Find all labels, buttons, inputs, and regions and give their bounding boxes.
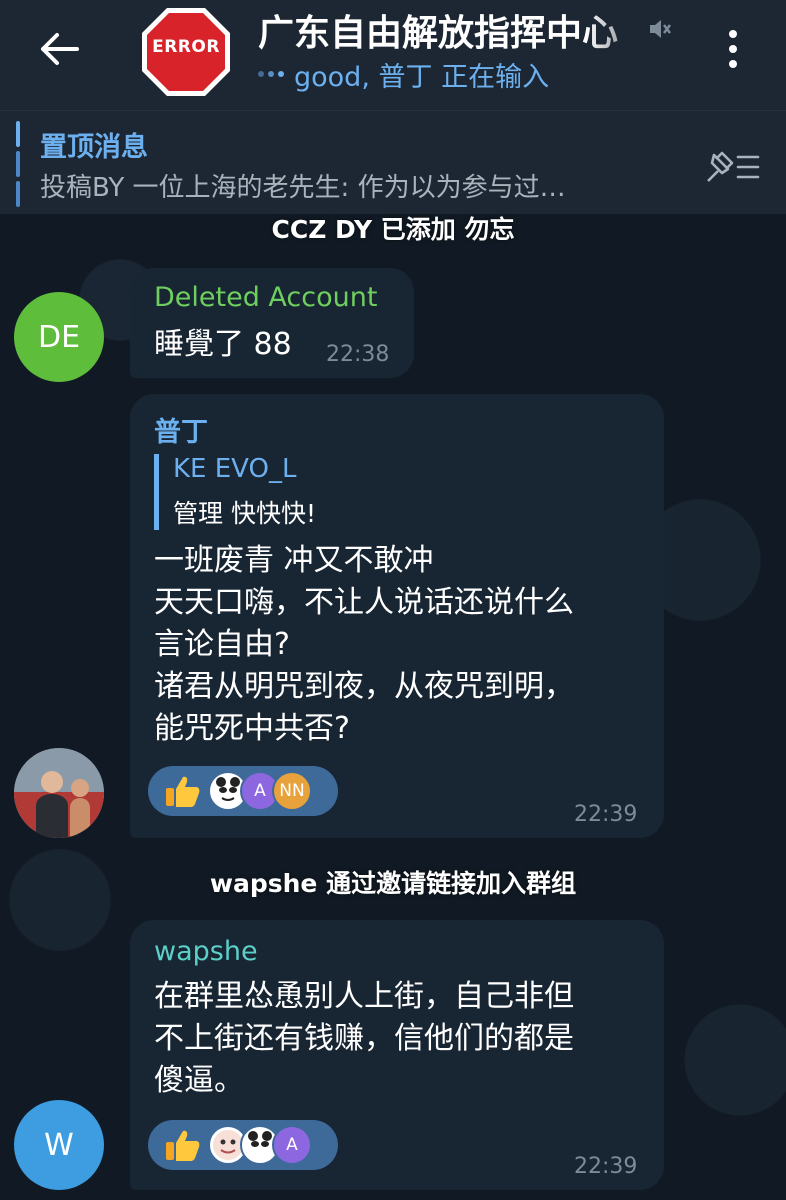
reactions-bar[interactable]: A NN — [148, 766, 338, 816]
pinned-preview: 投稿BY 一位上海的老先生: 作为以为参与过… — [40, 173, 566, 203]
service-message: CCZ DY 已添加 勿忘 — [271, 215, 515, 244]
pin-list-icon[interactable] — [700, 147, 762, 187]
dot — [729, 30, 737, 38]
pinned-message-bar[interactable]: 置顶消息 投稿BY 一位上海的老先生: 作为以为参与过… — [0, 110, 786, 214]
message-time: 22:38 — [326, 342, 390, 367]
message-text: 在群里怂恿别人上街，自己非但 不上街还有钱赚，信他们的都是 傻逼。 — [154, 979, 574, 1098]
typing-dots-icon — [258, 71, 284, 77]
message-bubble[interactable]: wapshe 在群里怂恿别人上街，自己非但 不上街还有钱赚，信他们的都是 傻逼。… — [130, 920, 664, 1190]
avatar-photo[interactable] — [14, 748, 104, 838]
avatar[interactable]: W — [14, 1100, 104, 1190]
reactor-avatar: A — [272, 1125, 312, 1165]
reply-text: 管理 快快快! — [173, 499, 316, 528]
more-menu-button[interactable] — [718, 26, 748, 72]
sender-name[interactable]: Deleted Account — [154, 282, 377, 313]
photo-avatar-icon — [14, 748, 104, 838]
thumbs-up-icon — [162, 771, 202, 811]
avatar-initials: DE — [37, 319, 81, 355]
dot — [729, 45, 737, 53]
chat-title[interactable]: 广东自由解放指挥中心 — [258, 4, 668, 56]
pinned-indicator — [16, 121, 20, 207]
message-time: 22:39 — [574, 1154, 638, 1179]
sender-name[interactable]: wapshe — [154, 936, 258, 967]
typing-text: good, 普丁 正在输入 — [294, 61, 550, 93]
typing-status: good, 普丁 正在输入 — [258, 56, 550, 93]
reactor-avatar: NN — [272, 771, 312, 811]
message-bubble[interactable]: Deleted Account 睡覺了 88 22:38 — [130, 268, 414, 378]
avatar-label: ERROR — [152, 37, 220, 57]
dot — [729, 60, 737, 68]
avatar-initials: W — [44, 1127, 74, 1163]
thumbs-up-icon — [162, 1125, 202, 1165]
avatar[interactable]: DE — [14, 292, 104, 382]
message-time: 22:39 — [574, 802, 638, 827]
pinned-title: 置顶消息 — [40, 132, 148, 163]
message-bubble[interactable]: 普丁 KE EVO_L 管理 快快快! 一班废青 冲又不敢冲 天天口嗨，不让人说… — [130, 394, 664, 838]
arrow-left-icon — [41, 33, 79, 65]
reply-quote[interactable]: KE EVO_L 管理 快快快! — [154, 454, 364, 530]
back-button[interactable] — [34, 26, 84, 72]
message-text: 睡覺了 88 — [154, 327, 292, 362]
chat-header: ERROR 广东自由解放指挥中心 good, 普丁 正在输入 — [0, 0, 786, 110]
service-message: wapshe 通过邀请链接加入群组 — [209, 869, 577, 898]
sender-name[interactable]: 普丁 — [154, 410, 208, 449]
reactions-bar[interactable]: A — [148, 1120, 338, 1170]
chat-avatar[interactable]: ERROR — [140, 6, 232, 98]
reply-name: KE EVO_L — [173, 454, 297, 484]
message-text: 一班废青 冲又不敢冲 天天口嗨，不让人说话还说什么 言论自由? 诸君从明咒到夜，… — [154, 543, 574, 746]
muted-speaker-icon — [650, 20, 671, 38]
